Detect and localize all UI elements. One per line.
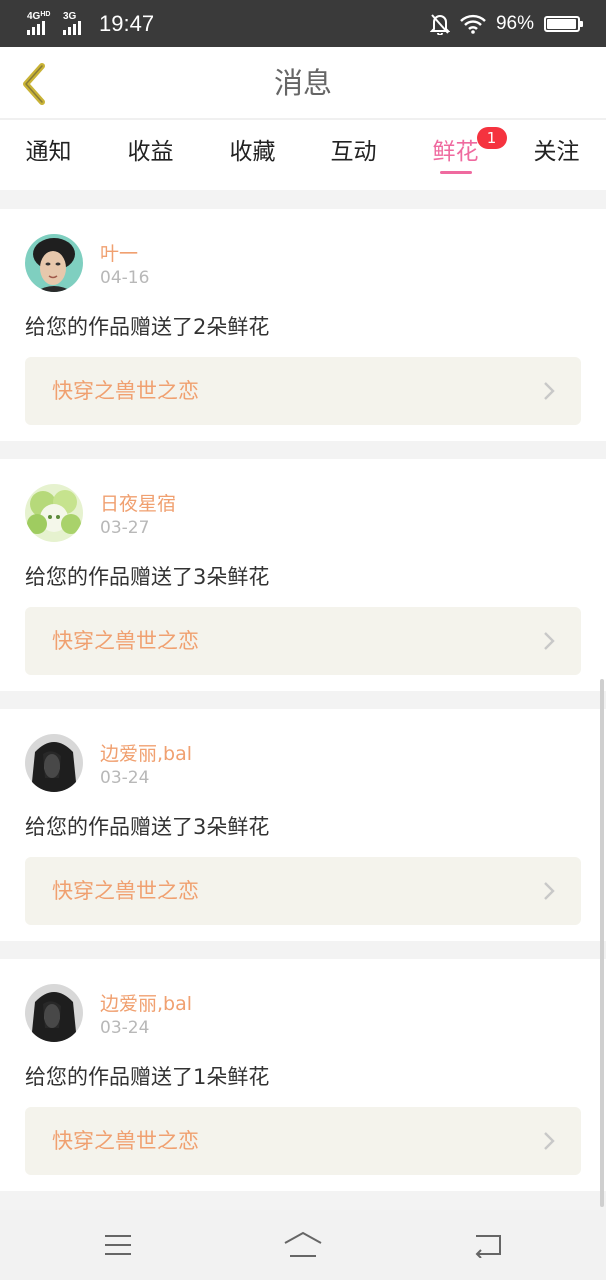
home-icon — [284, 1231, 322, 1257]
message-text: 给您的作品赠送了3朵鲜花 — [25, 815, 270, 839]
message-text: 给您的作品赠送了3朵鲜花 — [25, 565, 270, 589]
chevron-right-icon — [544, 1132, 555, 1150]
system-back-button[interactable] — [458, 1225, 518, 1265]
tab-earnings[interactable]: 收益 — [102, 120, 199, 178]
net1-sup-label: HD — [40, 10, 51, 18]
work-link[interactable]: 快穿之兽世之恋 — [25, 857, 581, 925]
sender-name[interactable]: 边爱丽,bal — [100, 739, 192, 766]
tab-label: 互动 — [330, 139, 377, 165]
work-link[interactable]: 快穿之兽世之恋 — [25, 357, 581, 425]
menu-button[interactable] — [88, 1225, 148, 1265]
message-card: 边爱丽,bal 03-24 给您的作品赠送了3朵鲜花 快穿之兽世之恋 — [0, 709, 606, 941]
tab-label: 鲜花 — [432, 139, 479, 165]
chevron-right-icon — [544, 632, 555, 650]
message-date: 04-16 — [100, 268, 150, 288]
tab-label: 收藏 — [229, 139, 276, 165]
page-title: 消息 — [273, 66, 332, 100]
avatar[interactable] — [25, 234, 83, 292]
message-card: 日夜星宿 03-27 给您的作品赠送了3朵鲜花 快穿之兽世之恋 — [0, 459, 606, 691]
tab-favorites[interactable]: 收藏 — [204, 120, 301, 178]
work-link[interactable]: 快穿之兽世之恋 — [25, 1107, 581, 1175]
work-title: 快穿之兽世之恋 — [52, 1129, 199, 1153]
avatar[interactable] — [25, 734, 83, 792]
avatar[interactable] — [25, 984, 83, 1042]
tab-following[interactable]: 关注 — [508, 120, 605, 178]
battery-fill — [547, 18, 576, 29]
sender-name[interactable]: 叶一 — [100, 239, 138, 266]
network-4g-indicator: 4GHD — [27, 10, 55, 35]
work-link[interactable]: 快穿之兽世之恋 — [25, 607, 581, 675]
tab-label: 收益 — [127, 139, 174, 165]
tab-flowers[interactable]: 鲜花 1 — [407, 120, 507, 178]
unread-badge: 1 — [476, 127, 507, 149]
tab-notifications[interactable]: 通知 — [0, 120, 97, 178]
signal-bars-icon — [27, 20, 45, 35]
work-title: 快穿之兽世之恋 — [52, 379, 199, 403]
status-bar: 4GHD 3G 19:47 96% — [0, 0, 606, 47]
chevron-right-icon — [544, 882, 555, 900]
message-card: 边爱丽,bal 03-24 给您的作品赠送了1朵鲜花 快穿之兽世之恋 — [0, 959, 606, 1191]
sender-name[interactable]: 边爱丽,bal — [100, 989, 192, 1016]
chevron-right-icon — [544, 382, 555, 400]
avatar[interactable] — [25, 484, 83, 542]
battery-icon — [544, 15, 583, 32]
home-button[interactable] — [273, 1225, 333, 1265]
message-date: 03-24 — [100, 1018, 150, 1038]
message-tabs: 通知 收益 收藏 互动 鲜花 1 关注 — [0, 120, 606, 190]
user-avatar-icon — [25, 484, 83, 542]
message-text: 给您的作品赠送了1朵鲜花 — [25, 1065, 270, 1089]
tab-interactions[interactable]: 互动 — [305, 120, 402, 178]
clock: 19:47 — [99, 10, 155, 36]
system-nav-bar — [0, 1210, 606, 1280]
user-avatar-icon — [25, 234, 83, 292]
battery-percent: 96% — [495, 12, 534, 34]
signal-bars-icon — [63, 20, 81, 35]
sender-name[interactable]: 日夜星宿 — [100, 489, 176, 516]
back-icon — [475, 1235, 501, 1258]
message-card: 叶一 04-16 给您的作品赠送了2朵鲜花 快穿之兽世之恋 — [0, 209, 606, 441]
scrollbar[interactable] — [600, 679, 604, 1207]
message-text: 给您的作品赠送了2朵鲜花 — [25, 315, 270, 339]
user-avatar-icon — [25, 984, 83, 1042]
work-title: 快穿之兽世之恋 — [52, 629, 199, 653]
tab-label: 关注 — [533, 139, 580, 165]
network-3g-indicator: 3G — [63, 11, 91, 35]
user-avatar-icon — [25, 734, 83, 792]
wifi-icon — [460, 14, 486, 34]
app-header: 消息 — [0, 47, 606, 120]
bell-off-icon — [429, 13, 450, 35]
tab-label: 通知 — [25, 139, 72, 165]
work-title: 快穿之兽世之恋 — [52, 879, 199, 903]
message-date: 03-24 — [100, 768, 150, 788]
network-indicators: 4GHD 3G — [27, 10, 99, 35]
menu-icon — [105, 1235, 131, 1255]
message-date: 03-27 — [100, 518, 150, 538]
active-tab-indicator — [439, 171, 472, 174]
